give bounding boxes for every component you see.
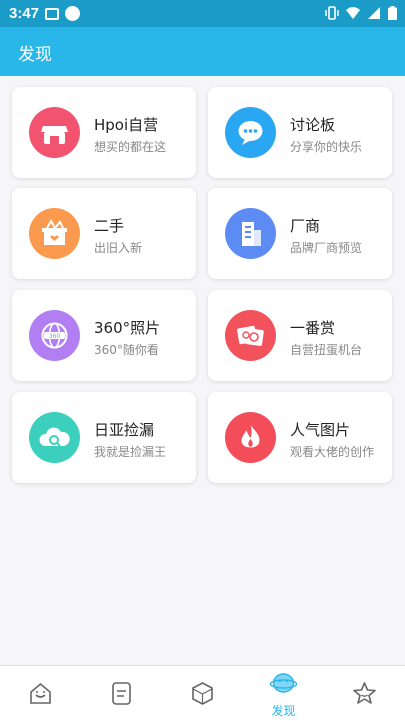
card-name: Hpoi自营 bbox=[94, 116, 159, 134]
360-view-icon: 360 bbox=[29, 310, 80, 361]
tab-favorites[interactable] bbox=[324, 666, 405, 721]
tab-discover[interactable]: 发现 bbox=[243, 666, 324, 721]
building-icon bbox=[225, 208, 276, 259]
cube-icon bbox=[192, 682, 213, 705]
card-subtitle: 我就是捡漏王 bbox=[94, 445, 167, 459]
flame-icon bbox=[225, 412, 276, 463]
tab-figures[interactable] bbox=[162, 666, 243, 721]
lottery-ticket-icon bbox=[225, 310, 276, 361]
secondhand-box-icon bbox=[29, 208, 80, 259]
chat-icon bbox=[225, 107, 276, 158]
card-name: 一番赏 bbox=[290, 319, 336, 337]
status-bar: 3:47 bbox=[0, 0, 405, 27]
status-time: 3:47 bbox=[9, 5, 40, 22]
card-ichiban-kuji[interactable]: 一番赏 自营扭蛋机台 bbox=[208, 290, 392, 381]
card-name: 人气图片 bbox=[290, 421, 351, 439]
card-manufacturer[interactable]: 厂商 品牌厂商预览 bbox=[208, 188, 392, 279]
card-subtitle: 分享你的快乐 bbox=[290, 140, 363, 154]
card-subtitle: 品牌厂商预览 bbox=[290, 241, 363, 255]
card-name: 厂商 bbox=[290, 217, 321, 235]
card-amazon-jp-deals[interactable]: 日亚捡漏 我就是捡漏王 bbox=[12, 392, 196, 483]
card-name: 360°照片 bbox=[94, 319, 161, 337]
bottom-nav: 发现 bbox=[0, 665, 405, 721]
card-360-photos[interactable]: 360 360°照片 360°随你看 bbox=[12, 290, 196, 381]
cloud-search-icon bbox=[29, 412, 80, 463]
card-secondhand[interactable]: 二手 出旧入新 bbox=[12, 188, 196, 279]
star-icon bbox=[353, 682, 376, 704]
home-icon bbox=[30, 682, 51, 704]
card-subtitle: 出旧入新 bbox=[94, 241, 143, 255]
tab-home[interactable] bbox=[0, 666, 81, 721]
notification-app-icon bbox=[65, 6, 81, 21]
card-subtitle: 自营扭蛋机台 bbox=[290, 343, 363, 357]
page-title: 发现 bbox=[18, 45, 52, 65]
card-name: 二手 bbox=[94, 217, 125, 235]
signal-icon bbox=[368, 7, 380, 19]
vibrate-icon bbox=[325, 6, 339, 20]
card-hpoi-store[interactable]: Hpoi自营 想买的都在这 bbox=[12, 87, 196, 178]
card-subtitle: 360°随你看 bbox=[94, 343, 159, 357]
battery-icon bbox=[388, 6, 397, 20]
svg-text:360: 360 bbox=[49, 333, 61, 340]
planet-icon bbox=[270, 673, 297, 693]
wifi-icon bbox=[346, 7, 360, 19]
card-discussion-board[interactable]: 讨论板 分享你的快乐 bbox=[208, 87, 392, 178]
store-icon bbox=[29, 107, 80, 158]
tab-discover-label: 发现 bbox=[271, 704, 296, 718]
card-popular-images[interactable]: 人气图片 观看大佬的创作 bbox=[208, 392, 392, 483]
card-subtitle: 想买的都在这 bbox=[94, 140, 167, 154]
card-subtitle: 观看大佬的创作 bbox=[290, 445, 375, 459]
app-bar: 发现 bbox=[0, 27, 405, 76]
document-icon bbox=[112, 682, 131, 705]
tab-articles[interactable] bbox=[81, 666, 162, 721]
notification-a-icon bbox=[45, 7, 60, 20]
card-name: 讨论板 bbox=[290, 116, 336, 134]
card-name: 日亚捡漏 bbox=[94, 421, 155, 439]
